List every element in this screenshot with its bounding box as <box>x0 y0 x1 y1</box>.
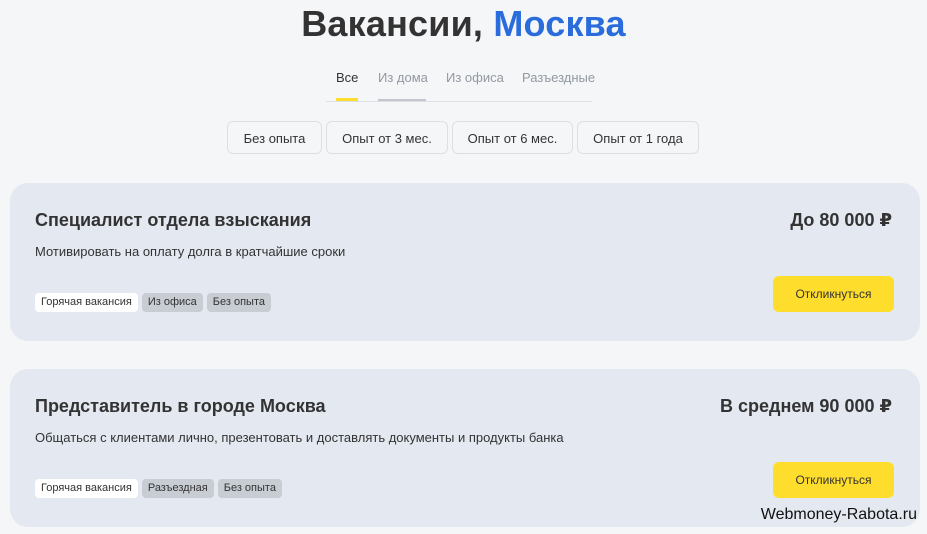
tab-all[interactable]: Все <box>336 70 358 86</box>
tab-hover-indicator <box>378 99 426 101</box>
filter-experience-1-year[interactable]: Опыт от 1 года <box>577 121 699 154</box>
filter-no-experience[interactable]: Без опыта <box>227 121 322 154</box>
vacancy-title[interactable]: Представитель в городе Москва <box>35 395 326 417</box>
tab-active-indicator <box>336 98 358 101</box>
vacancy-title[interactable]: Специалист отдела взыскания <box>35 209 311 231</box>
tag-hot-vacancy: Горячая вакансия <box>35 293 138 312</box>
vacancy-salary: В среднем 90 000 ₽ <box>720 396 892 416</box>
filter-experience-3-months[interactable]: Опыт от 3 мес. <box>326 121 448 154</box>
tag-experience: Без опыта <box>217 479 282 498</box>
tab-bar: Все Из дома Из офиса Разъездные <box>326 70 595 102</box>
vacancy-tags: Горячая вакансия Из офиса Без опыта <box>35 293 271 312</box>
vacancy-description: Мотивировать на оплату долга в кратчайши… <box>35 244 346 259</box>
tab-traveling[interactable]: Разъездные <box>522 70 595 86</box>
apply-button[interactable]: Откликнуться <box>773 276 894 312</box>
tab-from-office[interactable]: Из офиса <box>446 70 504 86</box>
vacancy-description: Общаться с клиентами лично, презентовать… <box>35 430 564 445</box>
tag-work-format: Разъездная <box>141 479 214 498</box>
vacancy-tags: Горячая вакансия Разъездная Без опыта <box>35 479 282 498</box>
vacancy-card[interactable]: Специалист отдела взыскания До 80 000 ₽ … <box>10 183 920 341</box>
page-title-main: Вакансии, <box>301 3 484 44</box>
vacancy-card[interactable]: Представитель в городе Москва В среднем … <box>10 369 920 527</box>
watermark: Webmoney-Rabota.ru <box>760 506 917 523</box>
apply-button[interactable]: Откликнуться <box>773 462 894 498</box>
tab-from-home[interactable]: Из дома <box>378 70 428 86</box>
page-title: Вакансии, Москва <box>0 4 927 44</box>
page-title-city[interactable]: Москва <box>493 3 625 44</box>
tag-work-format: Из офиса <box>141 293 203 312</box>
vacancy-salary: До 80 000 ₽ <box>790 210 892 230</box>
tag-experience: Без опыта <box>206 293 271 312</box>
filter-experience-6-months[interactable]: Опыт от 6 мес. <box>452 121 573 154</box>
tag-hot-vacancy: Горячая вакансия <box>35 479 138 498</box>
